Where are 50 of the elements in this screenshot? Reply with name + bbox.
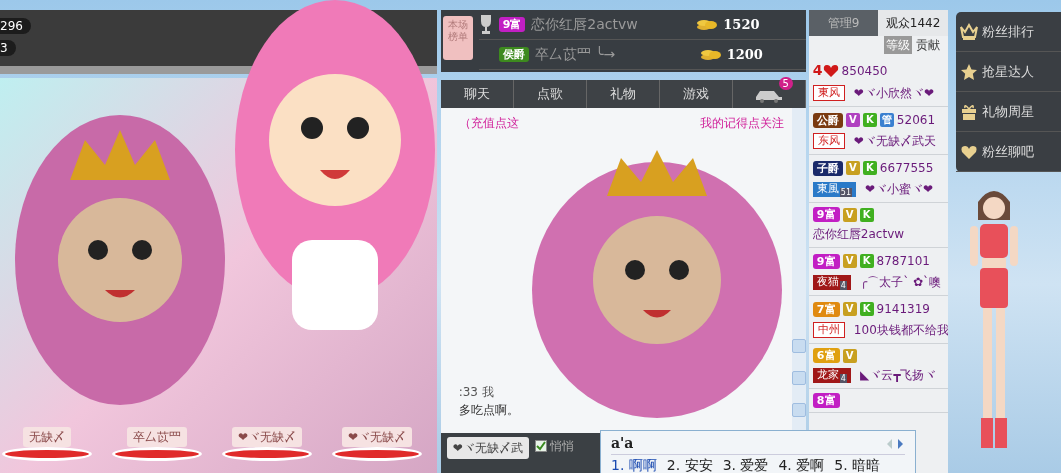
counter-label: 296 <box>0 18 31 34</box>
status-badge: V <box>842 348 857 363</box>
chat-message: 我的记得点关注 <box>699 115 784 132</box>
coin-amount: 1520 <box>723 15 760 34</box>
user-id: 850450 <box>841 62 888 80</box>
status-badge: 管 <box>879 113 894 127</box>
user-name: 100块钱都不给我 <box>853 322 948 339</box>
status-badge: V <box>842 254 857 268</box>
level-badge: 7富 <box>812 301 840 317</box>
level-badge: 侯爵 <box>498 47 529 62</box>
user-id: 6677555 <box>879 160 934 177</box>
chat-message: 多吃点啊。 <box>458 402 519 419</box>
user-id: 9141319 <box>876 301 930 318</box>
group-badge: 龙家 $_{4}$ <box>812 367 851 383</box>
level-badge: 9富 <box>812 207 840 222</box>
user-name: 恋你红唇2actvw <box>812 226 905 243</box>
user-name: ❤ヾ小欣然ヾ❤ <box>853 85 934 102</box>
group-badge: 中州 <box>812 322 845 338</box>
status-badge: V <box>842 302 857 316</box>
level-badge: 子爵 <box>812 160 843 176</box>
user-name: ╭⌒太子` ✿`噢 <box>859 274 942 291</box>
level-badge: 9富 <box>498 17 526 32</box>
status-badge: K <box>862 113 877 127</box>
status-badge: K <box>862 161 877 175</box>
user-name: ❤ヾ小蜜ヾ❤ <box>865 181 934 198</box>
coin-amount: 1200 <box>726 45 763 64</box>
status-badge: V <box>845 113 860 127</box>
group-badge: 东风 <box>812 133 845 149</box>
ime-composition-text: a'a <box>611 434 634 453</box>
status-badge: K <box>859 302 874 316</box>
counter-label: 3 <box>0 40 16 56</box>
group-badge: 夜猫 $_{4}$ <box>812 274 851 290</box>
level-badge: 6富 <box>812 348 840 363</box>
user-name: ❤ヾ无缺〆武天 <box>853 133 936 150</box>
status-badge: V <box>845 161 860 175</box>
level-badge: 9富 <box>812 253 840 269</box>
notification-badge: 5 <box>778 77 793 90</box>
level-badge: 公爵 <box>812 112 843 128</box>
status-badge: K <box>859 254 874 268</box>
user-name: ◣ヾ云┳飞扬ヾ <box>859 367 937 384</box>
status-badge: K <box>859 207 874 222</box>
level-badge: 8富 <box>812 393 840 408</box>
user-id: 52061 <box>896 112 936 129</box>
group-badge: 東風 $_{51}$ <box>812 181 857 197</box>
group-badge: 東风 <box>812 85 845 101</box>
chat-message: （充值点这 <box>458 115 519 132</box>
user-id: 8787101 <box>876 253 930 270</box>
chat-message: :33 我 <box>458 384 494 401</box>
status-badge: V <box>842 207 857 222</box>
level-number: 4 <box>812 61 823 80</box>
